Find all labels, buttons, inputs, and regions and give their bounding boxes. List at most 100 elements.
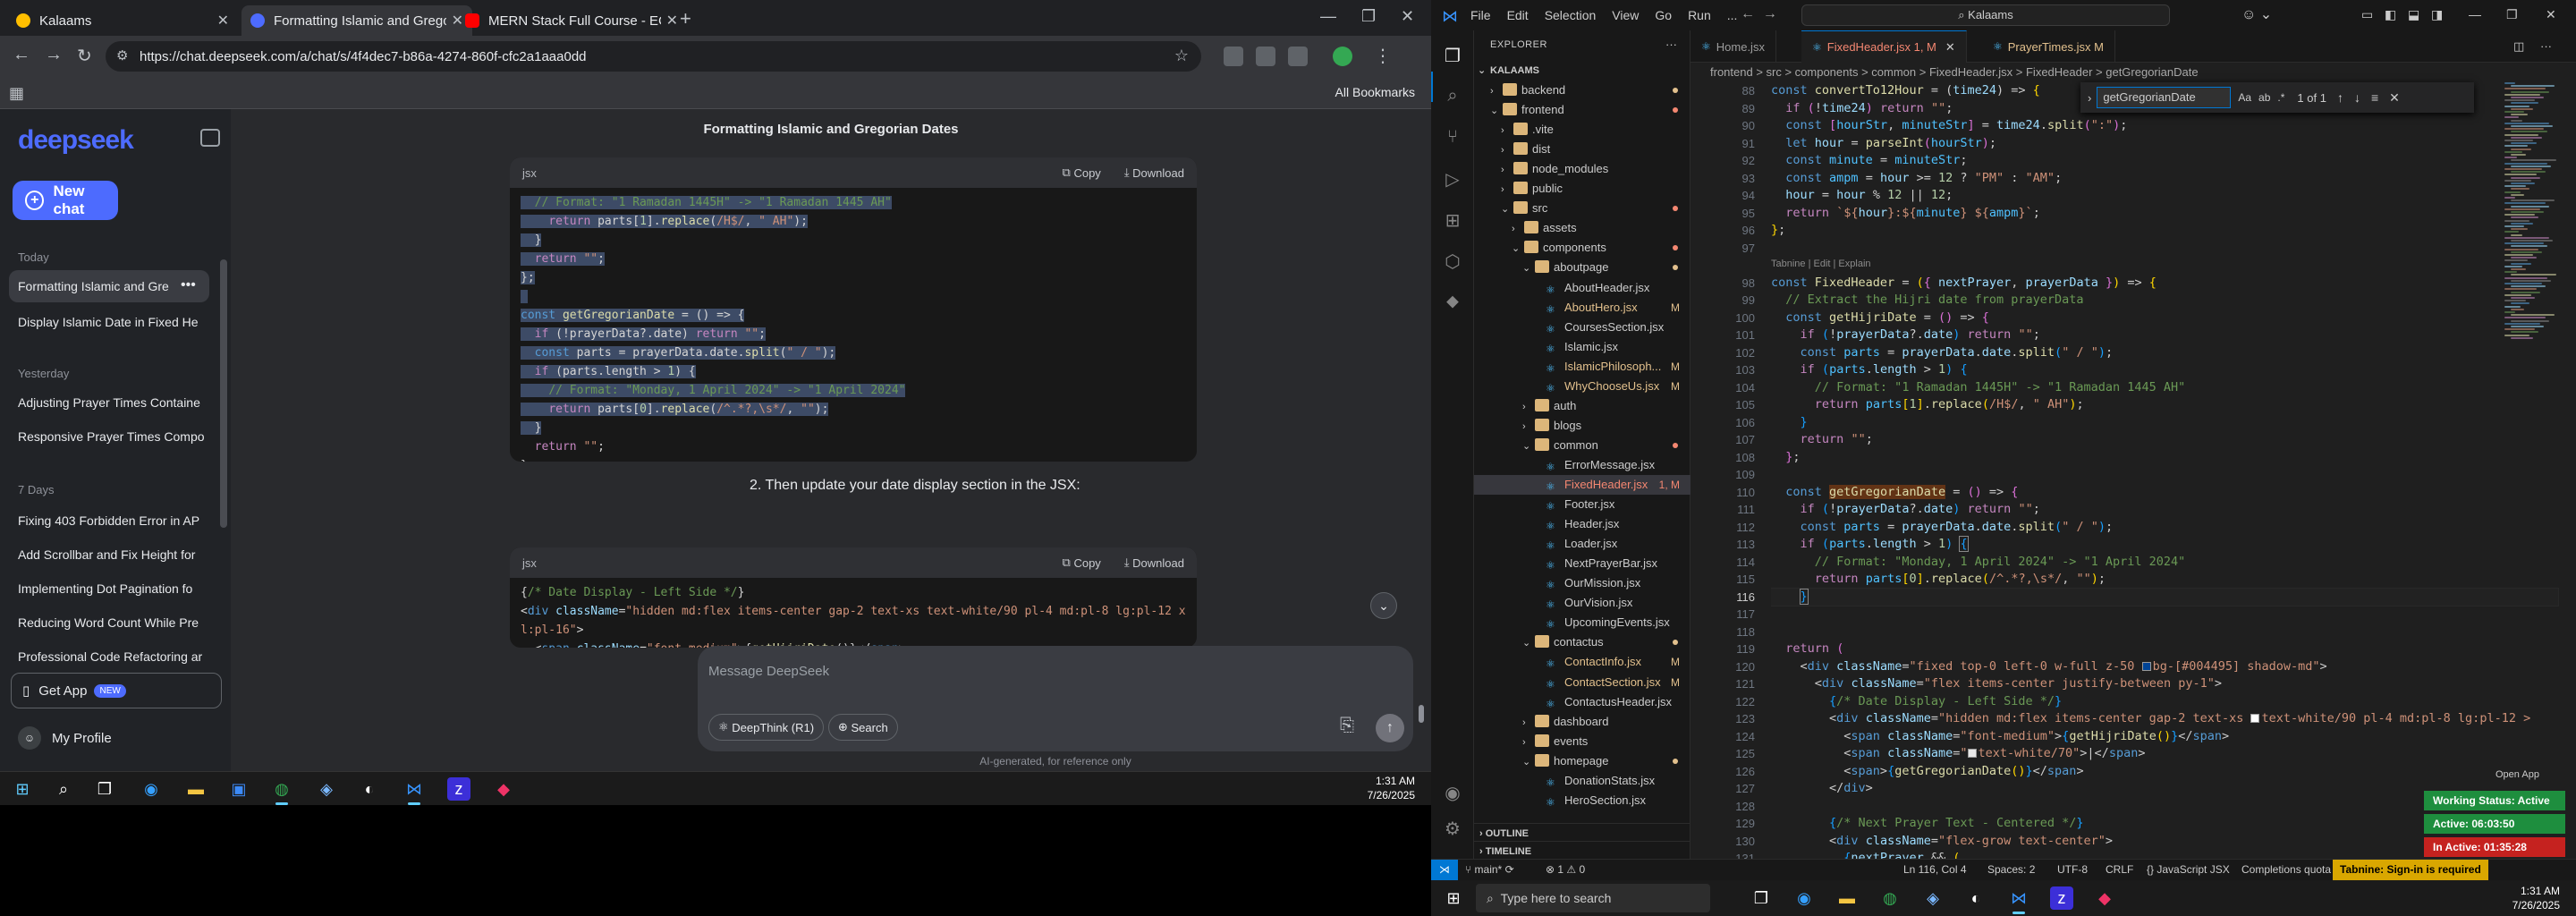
- settings-gear-icon[interactable]: ⚙: [1442, 818, 1463, 839]
- regex-icon[interactable]: .*: [2277, 91, 2284, 104]
- extensions-icon[interactable]: ⊞: [1442, 209, 1463, 231]
- minimize-icon[interactable]: —: [1320, 7, 1336, 26]
- send-button[interactable]: ↑: [1376, 714, 1404, 742]
- layout-icon[interactable]: ▭: [2361, 7, 2373, 22]
- code-line[interactable]: const FixedHeader = ({ nextPrayer, praye…: [1771, 275, 2157, 293]
- clock[interactable]: 1:31 AM 7/26/2025: [2512, 884, 2560, 912]
- tree-file[interactable]: ⚛ NextPrayerBar.jsx: [1474, 554, 1690, 573]
- code-line[interactable]: if (!prayerData?.date) return "";: [1771, 327, 2040, 344]
- chrome-icon[interactable]: ◍: [1878, 886, 1902, 910]
- history-item[interactable]: Add Scrollbar and Fix Height for: [18, 547, 206, 562]
- code-line[interactable]: const getHijriDate = () => {: [1771, 310, 1989, 327]
- close-find-icon[interactable]: ✕: [2389, 90, 2400, 106]
- code-line[interactable]: const ampm = hour >= 12 ? "PM" : "AM";: [1771, 170, 2062, 188]
- close-tab-icon[interactable]: ✕: [666, 12, 678, 30]
- split-editor-icon[interactable]: ◫: [2513, 39, 2524, 54]
- tree-folder[interactable]: › auth: [1474, 396, 1690, 416]
- browser-tab-youtube[interactable]: MERN Stack Full Course - ECom ✕: [456, 5, 687, 36]
- chat-scrollbar[interactable]: [1419, 705, 1424, 723]
- menu-go[interactable]: Go: [1655, 8, 1672, 22]
- code-line[interactable]: // Format: "1 Ramadan 1445H" -> "1 Ramad…: [1771, 379, 2186, 397]
- eol-status[interactable]: CRLF: [2106, 860, 2133, 880]
- profile-button[interactable]: ☺ My Profile: [18, 726, 112, 750]
- message-composer[interactable]: Message DeepSeek ⚛ DeepThink (R1) ⊕ Sear…: [698, 646, 1413, 751]
- code-line[interactable]: <span className=" text-white/70">|</span>: [1771, 745, 2145, 763]
- clock[interactable]: 1:31 AM 7/26/2025: [1368, 774, 1415, 802]
- close-tab-icon[interactable]: ✕: [217, 12, 229, 30]
- command-center[interactable]: ⌕ Kalaams: [1801, 4, 2170, 26]
- edge-icon[interactable]: ◉: [140, 777, 163, 801]
- history-item[interactable]: Professional Code Refactoring ar: [18, 649, 206, 664]
- menu-file[interactable]: File: [1470, 8, 1491, 22]
- start-icon[interactable]: ⊞: [1442, 886, 1465, 910]
- tree-folder[interactable]: › public: [1474, 179, 1690, 199]
- code-line[interactable]: </div>: [1771, 780, 1873, 798]
- scroll-down-button[interactable]: ⌄: [1370, 592, 1397, 619]
- apps-grid-icon[interactable]: ▦: [9, 84, 24, 103]
- code-editor[interactable]: const convertTo12Hour = (time24) => { if…: [1771, 82, 2576, 859]
- all-bookmarks[interactable]: All Bookmarks: [1335, 85, 1415, 99]
- previous-match-icon[interactable]: ↑: [2337, 90, 2343, 105]
- tree-folder[interactable]: › blogs: [1474, 416, 1690, 436]
- cursor-position[interactable]: Ln 116, Col 4: [1903, 860, 1967, 880]
- code-line[interactable]: {nextPrayer && (: [1771, 850, 1960, 859]
- minimize-icon[interactable]: —: [2469, 7, 2481, 21]
- encoding-status[interactable]: UTF-8: [2057, 860, 2088, 880]
- github-icon[interactable]: ◐: [1964, 886, 1987, 910]
- code-line[interactable]: const convertTo12Hour = (time24) => {: [1771, 82, 2040, 100]
- next-match-icon[interactable]: ↓: [2354, 90, 2360, 105]
- copilot-icon[interactable]: ☺ ⌄: [2241, 5, 2272, 23]
- editor-scrollbar[interactable]: [2563, 82, 2576, 859]
- chrome-icon[interactable]: ◍: [270, 777, 293, 805]
- new-tab-button[interactable]: +: [680, 7, 691, 30]
- chrome-menu-icon[interactable]: ⋮: [1374, 45, 1392, 67]
- code-line[interactable]: // Format: "Monday, 1 April 2024" -> "1 …: [1771, 554, 2186, 572]
- extension-icon[interactable]: [1288, 47, 1308, 66]
- code-line[interactable]: return (: [1771, 640, 1843, 658]
- tree-folder[interactable]: › events: [1474, 732, 1690, 751]
- tree-file[interactable]: ⚛ ContactSection.jsx M: [1474, 673, 1690, 692]
- tree-file[interactable]: ⚛ ContactusHeader.jsx: [1474, 692, 1690, 712]
- open-app-link[interactable]: Open App: [2496, 769, 2539, 780]
- code-line[interactable]: // Extract the Hijri date from prayerDat…: [1771, 292, 2083, 310]
- tree-file[interactable]: ⚛ Islamic.jsx: [1474, 337, 1690, 357]
- tree-folder[interactable]: › backend: [1474, 81, 1690, 100]
- tree-file[interactable]: ⚛ IslamicPhilosoph... M: [1474, 357, 1690, 377]
- tree-file[interactable]: ⚛ WhyChooseUs.jsx M: [1474, 377, 1690, 396]
- run-debug-icon[interactable]: ▷: [1442, 168, 1463, 190]
- tree-folder[interactable]: › dashboard: [1474, 712, 1690, 732]
- code-line[interactable]: }: [1771, 587, 2559, 606]
- code-line[interactable]: hour = hour % 12 || 12;: [1771, 187, 1953, 205]
- expand-replace-icon[interactable]: ›: [2088, 91, 2091, 105]
- code-line[interactable]: <div className="fixed top-0 left-0 w-ful…: [1771, 658, 2327, 676]
- code-line[interactable]: }: [1771, 414, 1808, 432]
- tree-file[interactable]: ⚛ Header.jsx: [1474, 514, 1690, 534]
- menu-more[interactable]: ...: [1727, 8, 1738, 22]
- history-item[interactable]: Fixing 403 Forbidden Error in AP: [18, 513, 206, 528]
- code-line[interactable]: const parts = prayerData.date.split(" / …: [1771, 344, 2114, 362]
- extension-icon[interactable]: [1224, 47, 1243, 66]
- menu-edit[interactable]: Edit: [1507, 8, 1529, 22]
- new-chat-button[interactable]: + New chat: [13, 181, 118, 220]
- tree-folder[interactable]: › .vite: [1474, 120, 1690, 140]
- code-line[interactable]: if (!time24) return "";: [1771, 100, 1953, 118]
- tree-file[interactable]: ⚛ FixedHeader.jsx 1, M: [1474, 475, 1690, 495]
- attach-icon[interactable]: ⎘: [1340, 716, 1354, 736]
- maximize-icon[interactable]: ❐: [2506, 7, 2518, 22]
- tab-prayertimes[interactable]: ⚛ PrayerTimes.jsx M: [1982, 30, 2115, 63]
- search-toggle[interactable]: ⊕ Search: [828, 714, 898, 741]
- branch-status[interactable]: ⑂ main* ⟳: [1465, 860, 1514, 880]
- tree-file[interactable]: ⚛ DonationStats.jsx: [1474, 771, 1690, 791]
- code-line[interactable]: const [hourStr, minuteStr] = time24.spli…: [1771, 117, 2127, 135]
- tabnine-status[interactable]: Tabnine: Sign-in is required: [2333, 860, 2488, 880]
- edge-icon[interactable]: ◉: [1792, 886, 1816, 910]
- back-icon[interactable]: ←: [13, 45, 30, 65]
- source-control-icon[interactable]: ⑂: [1442, 127, 1463, 148]
- code-line[interactable]: <div className="flex items-center justif…: [1771, 675, 2222, 693]
- tree-folder[interactable]: › assets: [1474, 218, 1690, 238]
- search-icon[interactable]: ⌕: [1442, 86, 1463, 107]
- code-line[interactable]: if (parts.length > 1) {: [1771, 361, 1968, 379]
- app-icon[interactable]: ◆: [2093, 886, 2116, 910]
- zoom-icon[interactable]: z: [2050, 886, 2073, 910]
- tree-folder[interactable]: › dist: [1474, 140, 1690, 159]
